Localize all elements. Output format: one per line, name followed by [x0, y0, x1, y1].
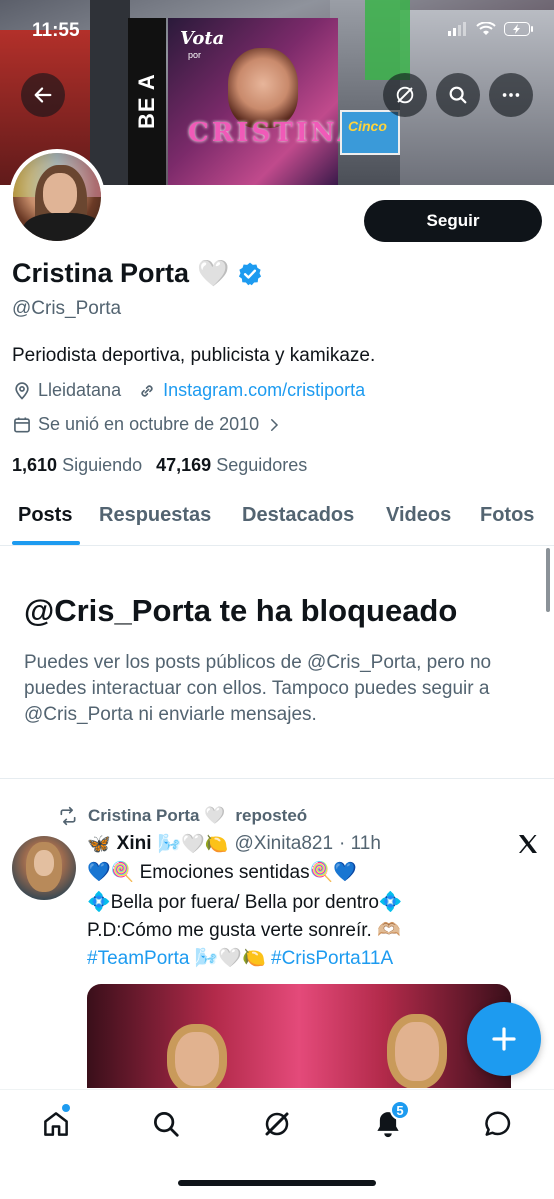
post-hashtag-line: #TeamPorta 🌬️🤍🍋 #CrisPorta11A	[87, 946, 393, 970]
repost-indicator: Cristina Porta 🤍 reposteó	[58, 806, 307, 826]
billboard-face	[228, 48, 298, 128]
repost-icon	[60, 806, 76, 826]
banner-billboard: Vota por CRISTINA	[168, 18, 358, 185]
blocked-title: @Cris_Porta te ha bloqueado	[24, 593, 458, 628]
profile-joined-row[interactable]: Se unió en octubre de 2010	[12, 414, 283, 435]
plus-icon	[492, 1027, 516, 1051]
active-tab-indicator	[12, 541, 80, 545]
hashtag-teamporta[interactable]: #TeamPorta	[87, 948, 189, 969]
grok-icon	[265, 1112, 289, 1136]
tab-respuestas[interactable]: Respuestas	[99, 504, 211, 527]
x-logo-icon	[519, 835, 537, 853]
billboard-vota-text: Vota	[180, 28, 225, 49]
billboard-name-text: CRISTINA	[188, 118, 361, 148]
follow-button[interactable]: Seguir	[364, 200, 542, 242]
profile-meta-location-link: Lleidatana Instagram.com/cristiporta	[12, 380, 365, 401]
nav-grok[interactable]	[257, 1104, 297, 1144]
status-time: 11:55	[32, 20, 80, 41]
post-text-line: 💙🍭 Emociones sentidas🍭💙	[87, 862, 357, 883]
post-image-person	[387, 1014, 447, 1088]
notifications-badge: 5	[390, 1100, 410, 1120]
wifi-icon	[476, 22, 496, 35]
avatar-face	[43, 173, 77, 215]
profile-name-row: Cristina Porta 🤍	[12, 258, 263, 289]
tab-videos[interactable]: Videos	[386, 504, 451, 527]
calendar-icon	[14, 417, 30, 432]
profile-bio: Periodista deportiva, publicista y kamik…	[12, 345, 376, 366]
post-author-emojis: 🌬️🤍🍋	[157, 834, 229, 855]
search-icon	[154, 1112, 179, 1137]
post-author-avatar[interactable]	[12, 836, 76, 900]
hashtag-crisporta11a[interactable]: #CrisPorta11A	[271, 948, 393, 969]
tab-fotos[interactable]: Fotos	[480, 504, 534, 527]
profile-tabs: Posts Respuestas Destacados Videos Fotos	[0, 490, 554, 546]
search-button[interactable]	[436, 73, 480, 117]
post-image-person	[167, 1024, 227, 1088]
post-header: 🦋 Xini 🌬️🤍🍋 @Xinita821 · 11h	[87, 832, 381, 856]
nav-search[interactable]	[146, 1104, 186, 1144]
repost-name[interactable]: Cristina Porta 🤍	[88, 806, 225, 826]
followers-count: 47,169	[156, 455, 212, 475]
post-author-name[interactable]: Xini	[117, 833, 152, 855]
profile-link[interactable]: Instagram.com/cristiporta	[163, 380, 365, 401]
home-unread-dot	[62, 1104, 70, 1112]
following-count: 1,610	[12, 455, 58, 475]
followers-stat[interactable]: 47,169 Seguidores	[156, 455, 307, 476]
profile-name: Cristina Porta	[12, 258, 190, 288]
link-icon	[141, 384, 153, 397]
home-icon	[44, 1112, 68, 1136]
grok-icon	[396, 86, 414, 104]
scrollbar[interactable]	[546, 548, 550, 612]
post-text-line: 💠Bella por fuera/ Bella por dentro💠	[87, 892, 403, 913]
banner-side-text: BE A PIXELSTAR	[128, 18, 197, 185]
divider	[0, 778, 554, 779]
profile-location: Lleidatana	[38, 380, 122, 400]
avatar-body	[23, 213, 101, 241]
compose-post-button[interactable]	[467, 1002, 541, 1076]
status-icons	[448, 22, 534, 36]
post-text-line: P.D:Cómo me gusta verte sonreír. 🫶🏼	[87, 920, 401, 941]
nav-messages[interactable]	[478, 1104, 518, 1144]
following-label: Siguiendo	[62, 455, 143, 475]
message-bubble-icon	[485, 1111, 511, 1136]
billboard-por-text: por	[188, 50, 202, 60]
tab-posts[interactable]: Posts	[18, 504, 72, 527]
post-author-prefix: 🦋	[87, 834, 111, 855]
arrow-left-icon	[34, 87, 52, 103]
nav-notifications[interactable]: 5	[368, 1100, 410, 1144]
battery-charging-icon	[504, 22, 533, 36]
profile-stats: 1,610 Siguiendo 47,169 Seguidores	[12, 455, 307, 476]
back-button[interactable]	[21, 73, 65, 117]
banner-cinco-text: Cinco	[348, 118, 387, 134]
more-dots-icon	[502, 93, 520, 97]
verified-badge-icon[interactable]	[237, 261, 263, 287]
cellular-signal-icon	[448, 22, 466, 36]
banner-building	[365, 0, 410, 80]
profile-avatar[interactable]	[9, 149, 105, 245]
location-pin-icon	[15, 381, 29, 400]
chevron-right-icon	[271, 418, 279, 431]
grok-button[interactable]	[383, 73, 427, 117]
home-indicator[interactable]	[178, 1180, 376, 1186]
nav-home[interactable]	[36, 1104, 76, 1144]
profile-name-emoji: 🤍	[197, 258, 230, 288]
hashtag-emojis: 🌬️🤍🍋	[194, 948, 266, 969]
followers-label: Seguidores	[216, 455, 308, 475]
post-image[interactable]	[87, 984, 511, 1088]
more-button[interactable]	[489, 73, 533, 117]
tab-destacados[interactable]: Destacados	[242, 504, 354, 527]
search-icon	[449, 86, 467, 104]
repost-label: reposteó	[235, 806, 308, 825]
post-author-handle[interactable]: @Xinita821	[235, 833, 334, 855]
profile-handle: @Cris_Porta	[12, 298, 122, 319]
post-avatar-face	[34, 850, 54, 876]
blocked-text: Puedes ver los posts públicos de @Cris_P…	[24, 652, 492, 725]
profile-joined: Se unió en octubre de 2010	[38, 414, 260, 434]
following-stat[interactable]: 1,610 Siguiendo	[12, 455, 142, 476]
post-time: · 11h	[339, 833, 381, 854]
